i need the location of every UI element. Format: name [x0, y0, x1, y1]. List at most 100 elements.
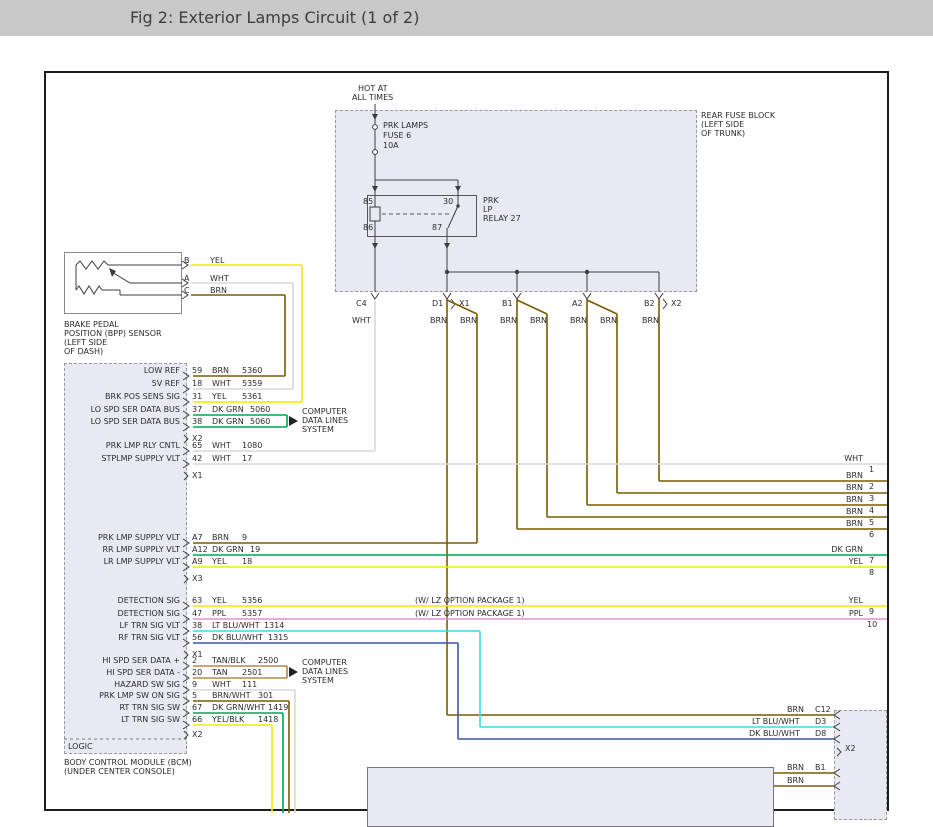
- relay-pin-30: 30: [443, 197, 453, 206]
- bcm-pin-row: STPLMP SUPPLY VLT 42 WHT 17: [46, 454, 887, 464]
- connector-a2: A2: [572, 299, 583, 308]
- bcm-circuit-number: 5356: [242, 596, 262, 605]
- bcm-pin-name: RF TRN SIG VLT: [66, 633, 180, 642]
- bcm-pin-row: LOW REF 59 BRN 5360: [46, 366, 887, 376]
- bcm-pin-row: RF TRN SIG VLT 56 DK BLU/WHT 1315: [46, 633, 887, 643]
- rear-conn-pin: D8: [815, 729, 826, 738]
- bcm-pin-name: LO SPD SER DATA BUS: [66, 417, 180, 426]
- hot-at-label: HOT AT: [358, 84, 387, 93]
- hot-at-label2: ALL TIMES: [352, 93, 393, 102]
- bcm-wire-color: YEL: [212, 557, 226, 566]
- edge-wire-color: BRN: [799, 471, 863, 480]
- bpp-title1: BRAKE PEDAL: [64, 320, 119, 329]
- bcm-circuit-number: 1314: [264, 621, 284, 630]
- bcm-circuit-number: 5060: [250, 405, 270, 414]
- bcm-wire-color: DK BLU/WHT: [212, 633, 263, 642]
- bcm-wire-color: BRN/WHT: [212, 691, 251, 700]
- bcm-pin-row: PRK LMP RLY CNTL 65 WHT 1080: [46, 441, 887, 451]
- bcm-pin-name: HAZARD SW SIG: [66, 680, 180, 689]
- bcm-wire-color: DK GRN: [212, 417, 244, 426]
- bcm-circuit-number: 19: [250, 545, 260, 554]
- bcm-pin-number: 67: [192, 703, 202, 712]
- bcm-connector-x1b: X1: [192, 650, 203, 659]
- bcm-pin-row: PRK LMP SUPPLY VLT A7 BRN 9: [46, 533, 887, 543]
- rear-conn-pin: D3: [815, 717, 826, 726]
- connector-c4: C4: [356, 299, 367, 308]
- edge-wire-number: 5: [869, 518, 874, 527]
- edge-wire-color: BRN: [799, 483, 863, 492]
- rear-conn-color: LT BLU/WHT: [752, 717, 800, 726]
- prk-lp-relay-box: [367, 195, 477, 237]
- bcm-pin-row: LR LMP SUPPLY VLT A9 YEL 18: [46, 557, 887, 567]
- bcm-pin-number: 56: [192, 633, 202, 642]
- bcm-circuit-number: 5357: [242, 609, 262, 618]
- bcm-pin-number: 18: [192, 379, 202, 388]
- relay-name1: PRK: [483, 196, 499, 205]
- bcm-pin-name: DETECTION SIG: [66, 596, 180, 605]
- bcm-pin-number: 59: [192, 366, 202, 375]
- bcm-pin-row: HI SPD SER DATA + 2 TAN/BLK 2500: [46, 656, 887, 666]
- rear-conn-color: BRN: [787, 776, 804, 785]
- wire-color-brn: BRN: [600, 316, 617, 325]
- edge-wire-color: BRN: [799, 519, 863, 528]
- edge-wire-number: 7: [869, 556, 874, 565]
- wiring-diagram: HOT AT ALL TIMES REAR FUSE BLOCK (LEFT S…: [44, 71, 889, 811]
- bcm-pin-number: 42: [192, 454, 202, 463]
- bcm-circuit-number: 9: [242, 533, 247, 542]
- bcm-pin-number: 37: [192, 405, 202, 414]
- bcm-wire-color: YEL: [212, 392, 226, 401]
- bpp-pin-c: C: [184, 286, 190, 295]
- bcm-pin-row: BRK POS SENS SIG 31 YEL 5361: [46, 392, 887, 402]
- connector-b2: B2: [644, 299, 655, 308]
- bcm-pin-name: PRK LMP RLY CNTL: [66, 441, 180, 450]
- connector-b1: B1: [502, 299, 513, 308]
- edge-wire-number: 9: [869, 607, 874, 616]
- bcm-circuit-number: 301: [258, 691, 273, 700]
- rear-conn-color: DK BLU/WHT: [749, 729, 800, 738]
- bpp-color-a: WHT: [210, 274, 229, 283]
- connector-d1: D1: [432, 299, 443, 308]
- relay-name3: RELAY 27: [483, 214, 521, 223]
- edge-wire-color: BRN: [799, 507, 863, 516]
- edge-wire-number: 4: [869, 506, 874, 515]
- fuse-block-title2: (LEFT SIDE: [701, 120, 744, 129]
- bcm-connector-x2: X2: [192, 434, 203, 443]
- bcm-pin-name: 5V REF: [66, 379, 180, 388]
- bpp-title4: OF DASH): [64, 347, 103, 356]
- fuse-block-title3: OF TRUNK): [701, 129, 745, 138]
- edge-wire-color: YEL: [799, 596, 863, 605]
- bcm-pin-row: HAZARD SW SIG 9 WHT 111: [46, 680, 887, 690]
- bcm-wire-color: WHT: [212, 454, 231, 463]
- bcm-pin-number: 5: [192, 691, 197, 700]
- bpp-pin-b: B: [184, 256, 190, 265]
- bcm-wire-color: LT BLU/WHT: [212, 621, 260, 630]
- bcm-circuit-number: 18: [242, 557, 252, 566]
- bcm-pin-number: 63: [192, 596, 202, 605]
- bcm-wire-color: DK GRN: [212, 545, 244, 554]
- rear-conn-x2: X2: [845, 744, 856, 753]
- bcm-pin-name: PRK LMP SUPPLY VLT: [66, 533, 180, 542]
- bcm-connector-x2b: X2: [192, 730, 203, 739]
- bcm-pin-row: RT TRN SIG SW 67 DK GRN/WHT 1419: [46, 703, 887, 713]
- wire-color-brn: BRN: [642, 316, 659, 325]
- bcm-connector-x3: X3: [192, 574, 203, 583]
- bcm-wire-color: BRN: [212, 366, 229, 375]
- bcm-pin-number: A7: [192, 533, 203, 542]
- bpp-pin-a: A: [184, 274, 189, 283]
- relay-pin-86: 86: [363, 223, 373, 232]
- bcm-pin-number: A9: [192, 557, 203, 566]
- bcm-wire-color: TAN: [212, 668, 228, 677]
- bcm-wire-color: BRN: [212, 533, 229, 542]
- bcm-circuit-number: 5359: [242, 379, 262, 388]
- bcm-pin-row: DETECTION SIG 63 YEL 5356 (W/ LZ OPTION …: [46, 596, 887, 606]
- bcm-pin-number: 38: [192, 417, 202, 426]
- bcm-pin-name: LF TRN SIG VLT: [66, 621, 180, 630]
- bcm-circuit-number: 111: [242, 680, 257, 689]
- bcm-wire-color: TAN/BLK: [212, 656, 246, 665]
- bcm-pin-number: A12: [192, 545, 208, 554]
- edge-wire-color: WHT: [799, 454, 863, 463]
- bcm-wire-color: DK GRN/WHT: [212, 703, 265, 712]
- bcm-pin-name: HI SPD SER DATA -: [66, 668, 180, 677]
- bcm-circuit-number: 2500: [258, 656, 278, 665]
- bcm-circuit-number: 5360: [242, 366, 262, 375]
